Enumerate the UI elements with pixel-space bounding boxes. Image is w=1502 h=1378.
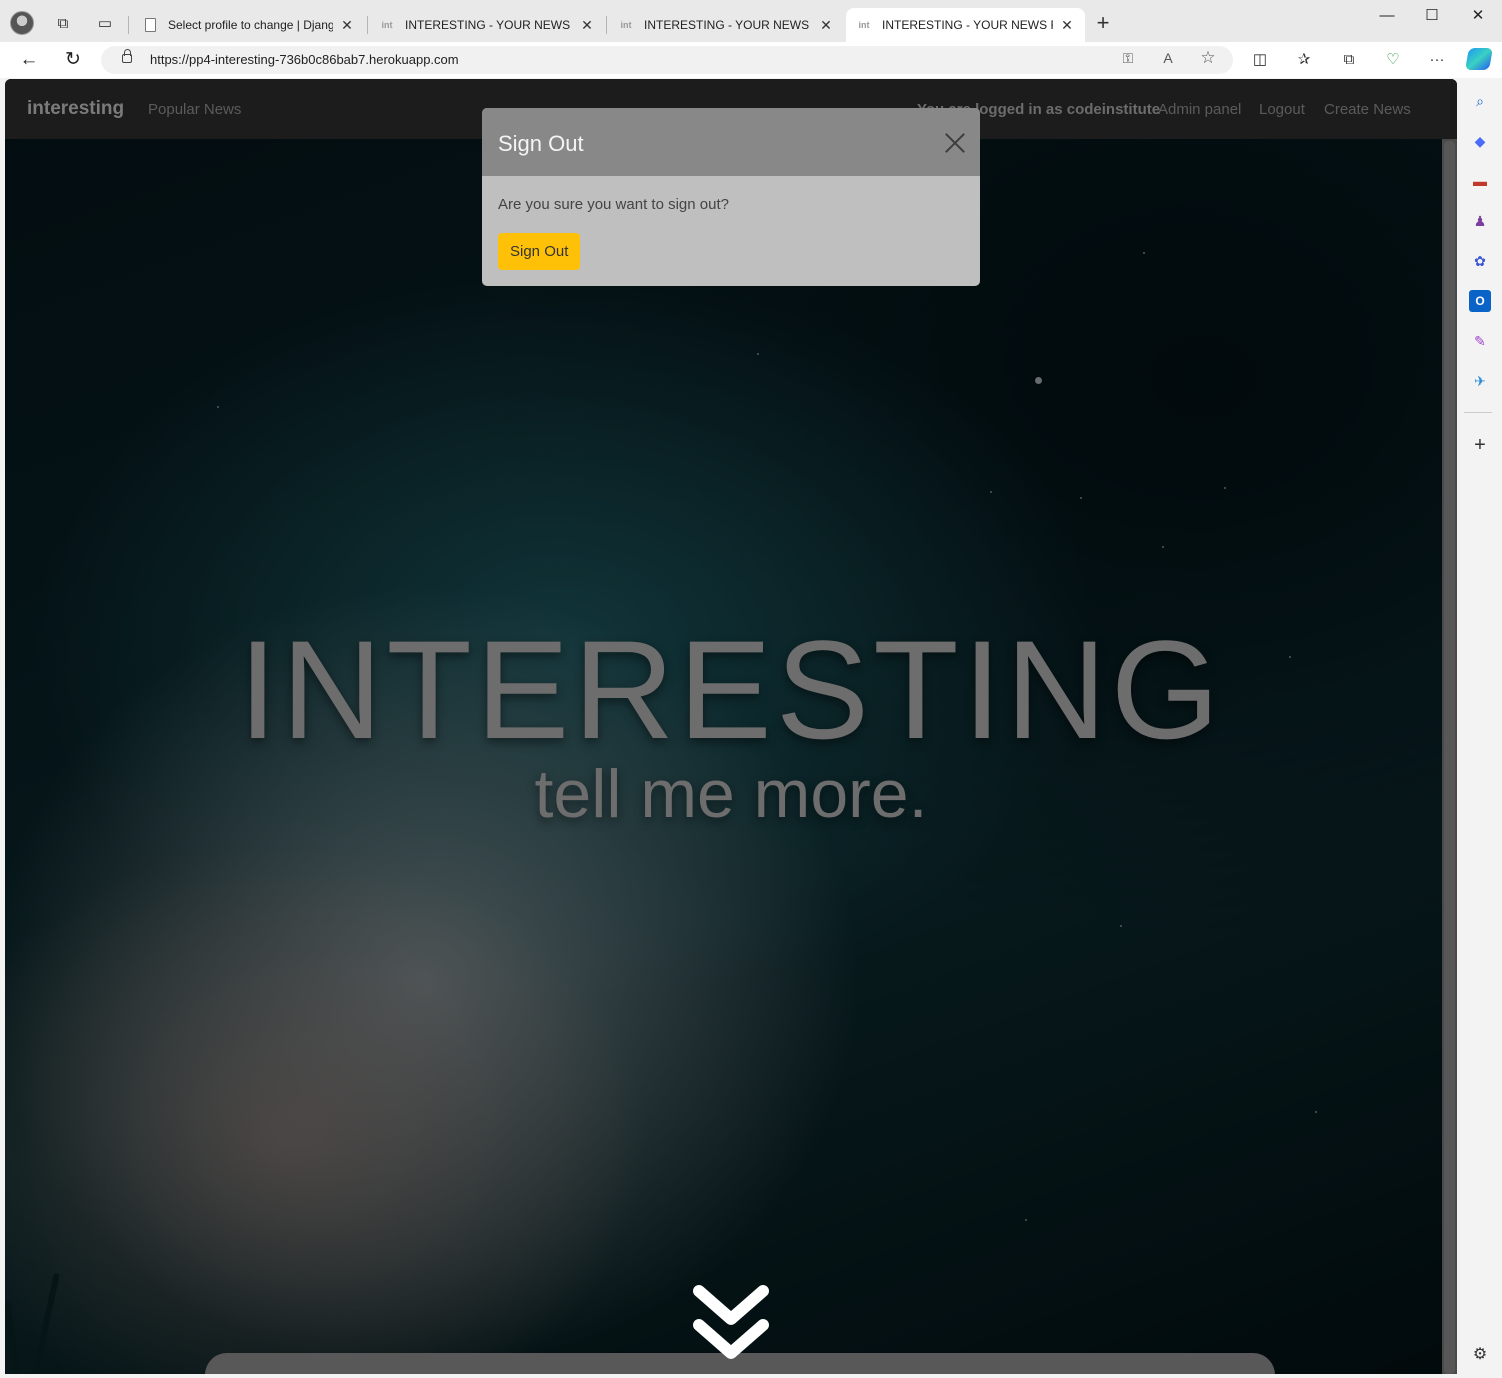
- collections-icon[interactable]: ⧉: [1336, 47, 1362, 73]
- int-logo-icon: int: [381, 20, 393, 30]
- favorites-icon[interactable]: ✰: [1291, 47, 1317, 73]
- tab-title: INTERESTING - YOUR NEWS FIX: [405, 18, 573, 32]
- modal-header: Sign Out: [482, 108, 980, 176]
- close-tab-icon[interactable]: ✕: [579, 17, 595, 34]
- browser-tab[interactable]: int INTERESTING - YOUR NEWS FIX ✕: [608, 8, 844, 42]
- page-viewport: interesting Popular News You are logged …: [5, 79, 1457, 1374]
- workspaces-icon[interactable]: ⧉: [49, 9, 77, 37]
- back-icon[interactable]: ←: [15, 47, 43, 73]
- page-scrollbar-thumb[interactable]: [1444, 141, 1455, 1374]
- sign-out-modal: Sign Out Are you sure you want to sign o…: [482, 108, 980, 286]
- split-screen-icon[interactable]: ◫: [1247, 47, 1273, 73]
- close-window-icon[interactable]: ✕: [1456, 4, 1500, 28]
- lock-icon[interactable]: [122, 49, 132, 63]
- tools-icon[interactable]: ▬: [1469, 170, 1491, 192]
- int-logo-icon: int: [858, 20, 870, 30]
- address-bar-row: ← ↻ https://pp4-interesting-736b0c86bab7…: [0, 42, 1502, 78]
- browser-tab[interactable]: int INTERESTING - YOUR NEWS FIX ✕: [369, 8, 605, 42]
- add-sidebar-app-icon[interactable]: +: [1469, 434, 1491, 456]
- url-field[interactable]: https://pp4-interesting-736b0c86bab7.her…: [101, 46, 1233, 74]
- browser-essentials-icon[interactable]: ♡: [1380, 47, 1406, 73]
- profile-avatar[interactable]: [10, 11, 34, 35]
- shopping-tag-icon[interactable]: ◆: [1469, 130, 1491, 152]
- scroll-down-chevron-icon[interactable]: [691, 1319, 771, 1363]
- minimize-icon[interactable]: —: [1365, 4, 1409, 28]
- more-menu-icon[interactable]: ···: [1424, 47, 1450, 73]
- tab-title: INTERESTING - YOUR NEWS FIX: [882, 18, 1053, 32]
- tab-title: INTERESTING - YOUR NEWS FIX: [644, 18, 812, 32]
- hero-subtitle: tell me more.: [534, 756, 928, 832]
- outlook-icon[interactable]: O: [1469, 290, 1491, 312]
- hero-title: INTERESTING: [238, 611, 1224, 768]
- close-icon[interactable]: [942, 130, 968, 156]
- games-icon[interactable]: ♟: [1469, 210, 1491, 232]
- close-tab-icon[interactable]: ✕: [1059, 17, 1075, 34]
- search-icon[interactable]: ⌕: [1469, 90, 1491, 112]
- nav-create-news[interactable]: Create News: [1324, 101, 1411, 118]
- sign-out-button[interactable]: Sign Out: [498, 233, 581, 270]
- modal-title: Sign Out: [498, 131, 584, 156]
- site-brand[interactable]: interesting: [27, 98, 124, 120]
- microsoft-365-icon[interactable]: ✿: [1469, 250, 1491, 272]
- sidebar-settings-icon[interactable]: ⚙: [1469, 1344, 1491, 1366]
- int-logo-icon: int: [620, 20, 632, 30]
- maximize-icon[interactable]: ☐: [1410, 4, 1454, 28]
- designer-icon[interactable]: ✎: [1469, 330, 1491, 352]
- browser-tab-active[interactable]: int INTERESTING - YOUR NEWS FIX ✕: [846, 8, 1085, 42]
- tab-title: Select profile to change | Django: [168, 18, 333, 32]
- nav-logout[interactable]: Logout: [1259, 101, 1305, 118]
- edge-sidebar: ⌕ ◆ ▬ ♟ ✿ O ✎ ✈ + ⚙: [1458, 78, 1502, 1378]
- browser-tab-bar: ⧉ ▭ Select profile to change | Django ✕ …: [0, 0, 1502, 42]
- nav-popular-news[interactable]: Popular News: [148, 101, 241, 118]
- read-aloud-icon[interactable]: A: [1157, 50, 1179, 66]
- browser-tab[interactable]: Select profile to change | Django ✕: [132, 8, 365, 42]
- favorite-star-icon[interactable]: ☆: [1197, 48, 1219, 68]
- send-icon[interactable]: ✈: [1469, 370, 1491, 392]
- close-tab-icon[interactable]: ✕: [818, 17, 834, 34]
- page-icon: [142, 17, 158, 33]
- refresh-icon[interactable]: ↻: [59, 47, 87, 73]
- tab-actions-icon[interactable]: ▭: [91, 9, 119, 37]
- close-tab-icon[interactable]: ✕: [339, 17, 355, 34]
- new-tab-icon[interactable]: +: [1089, 9, 1117, 37]
- copilot-icon[interactable]: [1465, 48, 1493, 70]
- modal-message: Are you sure you want to sign out?: [498, 196, 729, 213]
- nav-admin-panel[interactable]: Admin panel: [1158, 101, 1241, 118]
- key-icon[interactable]: ⚿: [1117, 50, 1139, 67]
- url-text[interactable]: https://pp4-interesting-736b0c86bab7.her…: [150, 52, 459, 67]
